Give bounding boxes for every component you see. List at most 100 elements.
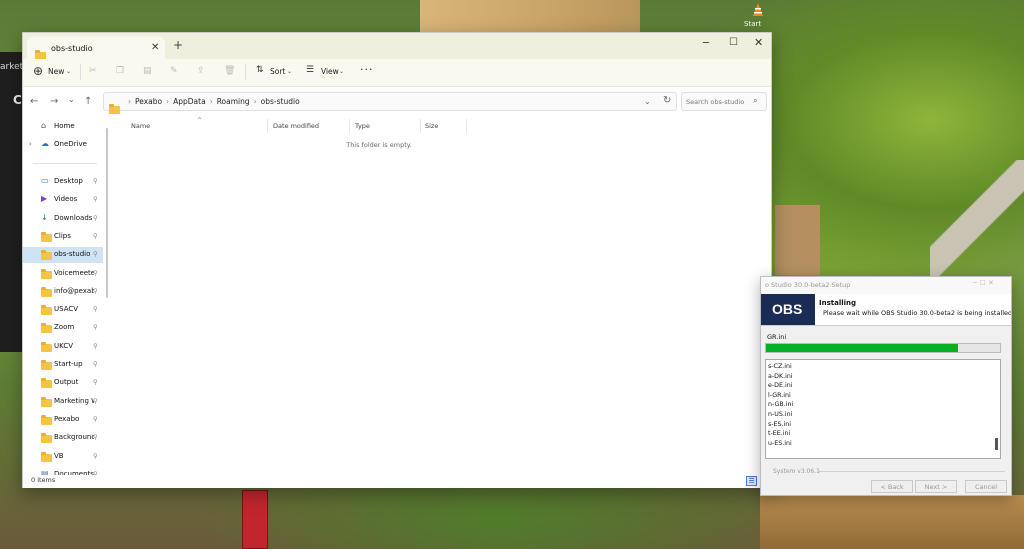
pin-icon[interactable]: ⚲	[93, 378, 98, 386]
tab-obs-studio[interactable]: obs-studio ✕	[27, 37, 165, 60]
documents-icon: ▤	[41, 468, 49, 475]
folder-icon	[41, 378, 52, 389]
maximize-button[interactable]: ☐	[729, 37, 738, 48]
title-bar[interactable]: obs-studio ✕ + ─ ☐ ✕	[23, 33, 771, 60]
column-divider[interactable]	[466, 119, 467, 133]
sidebar-item-output[interactable]: Output ⚲	[23, 375, 103, 391]
new-button[interactable]: New	[48, 67, 64, 76]
pin-icon[interactable]: ⚲	[93, 232, 98, 240]
sidebar-item-clips[interactable]: Clips ⚲	[23, 229, 103, 245]
back-button[interactable]: < Back	[871, 480, 913, 493]
sidebar-item-label: Clips	[54, 231, 71, 240]
chevron-down-icon[interactable]: ⌄	[66, 68, 71, 75]
column-divider[interactable]	[349, 119, 350, 133]
sort-button[interactable]: Sort	[270, 67, 285, 76]
sidebar-item-pexabo[interactable]: Pexabo ⚲	[23, 412, 103, 428]
file-list-area[interactable]: Name ^ Date modified Type Size This fold…	[109, 117, 771, 475]
search-icon[interactable]: ⌕	[753, 96, 757, 106]
breadcrumb-item[interactable]: Pexabo	[135, 97, 162, 106]
more-options-button[interactable]: ···	[360, 63, 374, 76]
sort-icon[interactable]: ⇅	[256, 65, 264, 75]
breadcrumb-item[interactable]: obs-studio	[261, 97, 300, 106]
cut-icon[interactable]: ✂	[89, 66, 97, 76]
cancel-button[interactable]: Cancel	[965, 480, 1007, 493]
pin-icon[interactable]: ⚲	[93, 287, 98, 295]
sidebar-item-info-pexabo[interactable]: info@pexabo⚲	[23, 284, 103, 300]
chevron-down-icon[interactable]: ⌄	[339, 68, 344, 75]
share-icon[interactable]: ⇪	[197, 66, 205, 76]
next-button[interactable]: Next >	[915, 480, 957, 493]
delete-icon[interactable]: 🗑	[224, 66, 235, 76]
minimize-button[interactable]: ─	[703, 38, 709, 49]
pin-icon[interactable]: ⚲	[93, 342, 98, 350]
column-divider[interactable]	[267, 119, 268, 133]
sidebar-item-documents[interactable]: ▤ Documents ⚲	[23, 467, 103, 475]
refresh-icon[interactable]: ↻	[663, 95, 671, 106]
installer-title-bar[interactable]: o Studio 30.0-beta2 Setup ─ ☐ ✕	[761, 277, 1011, 294]
up-arrow-icon[interactable]: ↑	[84, 96, 92, 107]
pin-icon[interactable]: ⚲	[93, 177, 98, 185]
column-divider[interactable]	[420, 119, 421, 133]
tab-close-icon[interactable]: ✕	[151, 42, 159, 53]
sidebar-item-marketing-w[interactable]: Marketing W ⚲	[23, 394, 103, 410]
sidebar-item-usacv[interactable]: USACV ⚲	[23, 302, 103, 318]
pin-icon[interactable]: ⚲	[93, 470, 98, 475]
new-icon[interactable]: ⊕	[33, 64, 43, 78]
details-view-button[interactable]: ☰	[746, 476, 757, 486]
view-icon[interactable]: ☰	[306, 65, 314, 75]
sidebar-item-obs-studio[interactable]: obs-studio ⚲	[23, 247, 103, 264]
paste-icon[interactable]: ▤	[143, 66, 152, 76]
sidebar-item-vb[interactable]: VB ⚲	[23, 449, 103, 465]
column-header-date-modified[interactable]: Date modified	[273, 122, 319, 130]
install-log-list[interactable]: s-CZ.ini a-DK.ini e-DE.ini l-GR.ini n-GB.ini…	[765, 359, 1001, 459]
expand-chevron-icon[interactable]: ›	[29, 140, 32, 148]
log-scrollbar-thumb[interactable]	[995, 438, 998, 450]
chevron-down-icon[interactable]: ⌄	[287, 68, 292, 75]
pin-icon[interactable]: ⚲	[93, 452, 98, 460]
sidebar-item-videos[interactable]: ▶ Videos ⚲	[23, 192, 103, 208]
pin-icon[interactable]: ⚲	[93, 397, 98, 405]
pin-icon[interactable]: ⚲	[93, 250, 98, 258]
address-history-chevron-icon[interactable]: ⌄	[644, 97, 651, 106]
installer-window-controls[interactable]: ─ ☐ ✕	[973, 279, 994, 287]
pin-icon[interactable]: ⚲	[93, 195, 98, 203]
sidebar-item-onedrive[interactable]: › ☁ OneDrive	[23, 137, 103, 153]
column-header-name[interactable]: Name	[131, 122, 150, 130]
videos-icon: ▶	[41, 194, 48, 204]
new-tab-button[interactable]: +	[173, 38, 183, 52]
nav-pane-scrollbar[interactable]	[106, 128, 108, 298]
pin-icon[interactable]: ⚲	[93, 269, 98, 277]
column-header-type[interactable]: Type	[355, 122, 370, 130]
breadcrumb-item[interactable]: Roaming	[217, 97, 250, 106]
vlc-icon[interactable]	[750, 2, 766, 18]
search-input[interactable]	[686, 96, 750, 107]
view-button[interactable]: View	[321, 67, 339, 76]
pin-icon[interactable]: ⚲	[93, 415, 98, 423]
back-arrow-icon[interactable]: ←	[30, 96, 38, 107]
pin-icon[interactable]: ⚲	[93, 323, 98, 331]
pin-icon[interactable]: ⚲	[93, 360, 98, 368]
column-header-size[interactable]: Size	[425, 122, 438, 130]
pin-icon[interactable]: ⚲	[93, 305, 98, 313]
close-window-button[interactable]: ✕	[754, 36, 763, 49]
pin-icon[interactable]: ⚲	[93, 433, 98, 441]
sidebar-item-downloads[interactable]: ↓ Downloads ⚲	[23, 211, 103, 227]
rename-icon[interactable]: ✎	[170, 66, 178, 76]
cloud-icon: ☁	[41, 139, 49, 148]
sidebar-item-start-up[interactable]: Start-up ⚲	[23, 357, 103, 373]
copy-icon[interactable]: ❐	[116, 66, 124, 76]
sidebar-item-ukcv[interactable]: UKCV ⚲	[23, 339, 103, 355]
pin-icon[interactable]: ⚲	[93, 214, 98, 222]
sidebar-item-desktop[interactable]: ▭ Desktop ⚲	[23, 174, 103, 190]
folder-icon	[41, 341, 52, 352]
sidebar-item-zoom[interactable]: Zoom ⚲	[23, 320, 103, 336]
sidebar-item-voicemeeter[interactable]: Voicemeeter ⚲	[23, 266, 103, 282]
search-box: ⌕	[681, 92, 767, 111]
toolbar-divider	[80, 64, 81, 80]
address-bar[interactable]: › Pexabo › AppData › Roaming › obs-studio ⌄ ↻	[103, 92, 677, 114]
sidebar-item-home[interactable]: ⌂ Home	[23, 119, 103, 135]
recent-locations-chevron-icon[interactable]: ⌄	[68, 95, 75, 104]
sidebar-item-backgrounds[interactable]: Backgrounds⚲	[23, 430, 103, 446]
forward-arrow-icon[interactable]: →	[50, 96, 58, 107]
breadcrumb-item[interactable]: AppData	[173, 97, 206, 106]
